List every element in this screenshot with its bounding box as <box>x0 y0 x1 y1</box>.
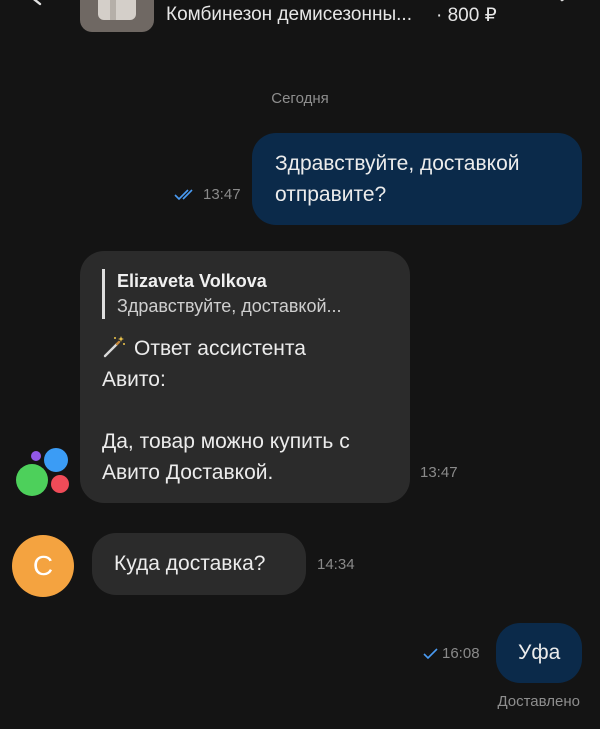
message-line: отправите? <box>275 183 387 206</box>
double-check-icon <box>174 188 193 200</box>
message-time: 14:34 <box>317 556 355 573</box>
message-line: Здравствуйте, доставкой <box>275 152 520 175</box>
mail-icon[interactable] <box>546 0 580 14</box>
listing-price: · 800 ₽ <box>436 5 497 26</box>
date-divider: Сегодня <box>271 90 329 107</box>
listing-title[interactable]: Комбинезон демисезонны... <box>166 4 412 26</box>
message-line: Авито: <box>102 368 166 391</box>
chat-header: Комбинезон демисезонны... · 800 ₽ <box>0 0 600 36</box>
message-meta: 13:47 <box>174 186 241 203</box>
quote-text: Здравствуйте, доставкой... <box>117 296 342 316</box>
outgoing-message[interactable]: Уфа <box>496 623 582 683</box>
quoted-message[interactable]: Elizaveta Volkova Здравствуйте, доставко… <box>102 269 390 319</box>
message-time: 16:08 <box>442 645 480 662</box>
avatar[interactable]: C <box>12 535 74 597</box>
message-body: Ответ ассистента Авито: Да, товар можно … <box>102 333 390 488</box>
message-meta: 16:08 <box>423 645 480 662</box>
listing-thumbnail[interactable] <box>80 0 154 32</box>
incoming-message[interactable]: Elizaveta Volkova Здравствуйте, доставко… <box>80 251 410 503</box>
message-line: Да, товар можно купить с <box>102 430 350 453</box>
incoming-message[interactable]: Куда доставка? <box>92 533 306 595</box>
message-line: Ответ ассистента <box>134 337 306 360</box>
check-icon <box>423 647 438 659</box>
message-text: Куда доставка? <box>114 552 266 575</box>
message-time: 13:47 <box>420 464 458 481</box>
message-meta: 13:47 <box>420 464 458 481</box>
magic-wand-icon <box>103 336 125 358</box>
outgoing-message[interactable]: Здравствуйте, доставкой отправите? <box>252 133 582 225</box>
message-line: Авито Доставкой. <box>102 461 274 484</box>
delivery-status: Доставлено <box>497 693 580 710</box>
quote-author: Elizaveta Volkova <box>117 271 267 291</box>
message-meta: 14:34 <box>317 556 355 573</box>
message-time: 13:47 <box>203 186 241 203</box>
avito-logo-icon <box>16 448 69 496</box>
chevron-left-icon[interactable] <box>26 0 46 6</box>
message-text: Уфа <box>518 641 561 664</box>
